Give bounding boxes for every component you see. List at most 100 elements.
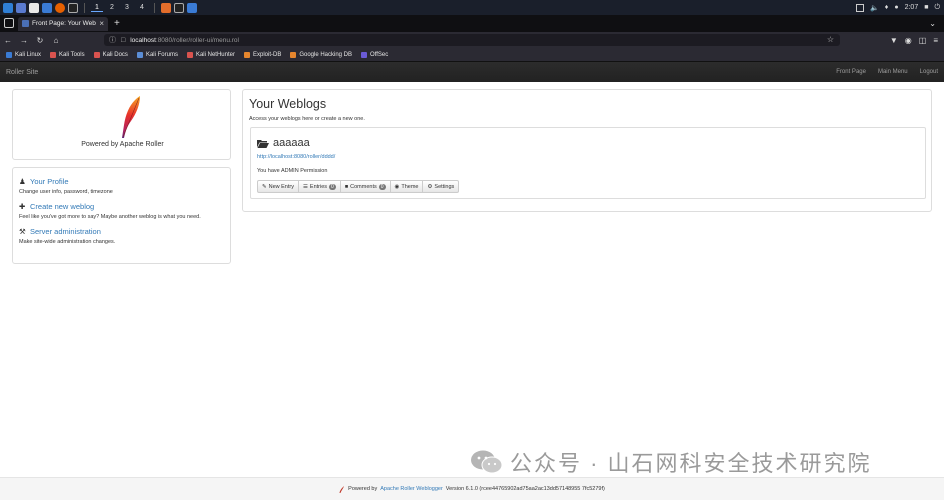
url-bar[interactable]: ⓘ □ localhost:8080/roller/roller-ui/menu…: [104, 34, 840, 46]
power-icon[interactable]: ⏻: [934, 4, 940, 12]
network-icon[interactable]: ●: [894, 4, 898, 11]
bookmark-exploit-db[interactable]: Exploit-DB: [243, 51, 282, 58]
plus-icon: ✚: [19, 202, 26, 211]
footer-version: Version 6.1.0 (rcee44765902ad75aa2ac13dd…: [445, 486, 605, 492]
footer-roller-link[interactable]: Apache Roller Weblogger: [380, 486, 443, 492]
kali-icon: [6, 51, 12, 58]
folder-window-icon[interactable]: [187, 2, 197, 13]
bookmark-kali-forums[interactable]: Kali Forums: [136, 51, 178, 58]
display-icon[interactable]: [856, 3, 865, 12]
burp-icon[interactable]: [161, 2, 171, 13]
bookmark-kali-tools[interactable]: Kali Tools: [50, 51, 85, 58]
bookmark-label: OffSec: [370, 51, 389, 58]
bookmark-label: Exploit-DB: [252, 51, 282, 58]
comment-icon: ■: [344, 183, 349, 190]
browser-tab-active[interactable]: Front Page: Your Weblogs ×: [18, 16, 108, 31]
bookmarks-toolbar: Kali Linux Kali Tools Kali Docs Kali For…: [0, 48, 944, 62]
new-tab-button[interactable]: +: [114, 18, 120, 29]
create-weblog-link[interactable]: Create new weblog: [30, 202, 94, 211]
kali-menu-icon[interactable]: [3, 2, 13, 13]
page-info-icon[interactable]: ⓘ: [109, 35, 116, 45]
offsec-icon: [361, 51, 368, 58]
url-host: localhost: [130, 36, 156, 44]
extensions-icon[interactable]: ◫: [919, 36, 927, 45]
comments-button[interactable]: ■ Comments 0: [339, 180, 391, 193]
notification-icon[interactable]: ♦: [885, 4, 889, 11]
wrench-icon: ⚒: [19, 227, 26, 236]
roller-navbar: Roller Site Front Page Main Menu Logout: [0, 62, 944, 82]
weblog-button-group: ✎ New Entry ☰ Entries 0 ■ Comments 0 ◉ Theme ⚙…: [257, 180, 919, 193]
wechat-watermark: 公众号 · 山石网科安全技术研究院: [470, 446, 872, 478]
page-footer: Powered by Apache Roller Weblogger Versi…: [0, 477, 944, 500]
workspace-2[interactable]: 2: [106, 4, 118, 11]
workspace-3[interactable]: 3: [121, 4, 133, 11]
bookmark-label: Google Hacking DB: [299, 51, 353, 58]
lock-icon[interactable]: ■: [924, 4, 928, 11]
apache-feather-icon: [122, 96, 140, 138]
entries-button[interactable]: ☰ Entries 0: [297, 180, 341, 193]
ghdb-icon: [290, 51, 297, 58]
create-weblog-action: ✚ Create new weblog: [19, 202, 224, 211]
home-icon[interactable]: ⌂: [52, 36, 60, 45]
weblogs-heading: Your Weblogs: [249, 97, 327, 111]
list-icon: ☰: [302, 183, 308, 190]
site-brand[interactable]: Roller Site: [6, 69, 38, 76]
tab-close-icon[interactable]: ×: [99, 19, 104, 28]
nav-main-menu[interactable]: Main Menu: [878, 69, 908, 75]
your-profile-link[interactable]: Your Profile: [30, 177, 69, 186]
bookmark-label: Kali Forums: [145, 51, 178, 58]
bookmark-google-hacking-db[interactable]: Google Hacking DB: [290, 51, 353, 58]
create-weblog-description: Feel like you've got more to say? Maybe …: [19, 214, 201, 220]
comments-label: Comments: [350, 183, 377, 190]
bookmark-kali-docs[interactable]: Kali Docs: [93, 51, 128, 58]
nav-logout[interactable]: Logout: [920, 69, 938, 75]
wechat-logo-icon: [471, 450, 503, 474]
bookmark-kali-linux[interactable]: Kali Linux: [6, 51, 42, 58]
account-icon[interactable]: ◉: [905, 36, 912, 45]
bookmark-star-icon[interactable]: ☆: [827, 34, 834, 46]
files-icon[interactable]: [29, 2, 39, 13]
weblog-url-link[interactable]: http://localhost:8080/roller/dddd/: [257, 154, 919, 160]
workspace-4[interactable]: 4: [136, 4, 148, 11]
forward-icon[interactable]: →: [20, 36, 28, 45]
user-icon: ♟: [19, 177, 26, 186]
url-text[interactable]: localhost:8080/roller/roller-ui/menu.rol: [130, 37, 239, 44]
comments-count-badge: 0: [378, 183, 386, 190]
sidebar-toggle-icon[interactable]: [4, 18, 14, 28]
app-menu-icon[interactable]: ≡: [933, 36, 938, 45]
new-entry-button[interactable]: ✎ New Entry: [257, 180, 299, 193]
exploit-db-icon: [243, 51, 250, 58]
list-all-tabs-icon[interactable]: ⌄: [929, 15, 936, 32]
profile-description: Change user info, password, timezone: [19, 189, 113, 195]
permissions-icon[interactable]: □: [121, 37, 125, 44]
pocket-icon[interactable]: ▼: [890, 36, 898, 45]
tab-title: Front Page: Your Weblogs: [32, 20, 96, 27]
terminal-window-icon[interactable]: [174, 2, 184, 13]
actions-panel: ♟ Your Profile Change user info, passwor…: [12, 167, 231, 264]
clock[interactable]: 2:07: [905, 4, 919, 11]
folder-icon[interactable]: [42, 2, 52, 13]
back-icon[interactable]: ←: [4, 36, 12, 45]
bookmark-offsec[interactable]: OffSec: [361, 51, 389, 58]
bookmark-kali-nethunter[interactable]: Kali NetHunter: [186, 51, 235, 58]
bookmark-label: Kali Docs: [102, 51, 128, 58]
powered-by-label: Powered by Apache Roller: [81, 141, 164, 148]
footer-prefix: Powered by: [348, 486, 378, 492]
server-admin-link[interactable]: Server administration: [30, 227, 101, 236]
taskbar-separator: [154, 2, 155, 13]
server-admin-action: ⚒ Server administration: [19, 227, 224, 236]
firefox-icon[interactable]: [55, 2, 65, 13]
terminal-icon[interactable]: [68, 2, 78, 13]
entries-count-badge: 0: [329, 183, 336, 190]
settings-button[interactable]: ⚙ Settings: [422, 180, 460, 193]
nethunter-icon: [186, 51, 193, 58]
taskbar-separator: [84, 2, 85, 13]
desktop-icon[interactable]: [16, 2, 26, 13]
watermark-text: 公众号 · 山石网科安全技术研究院: [510, 451, 872, 476]
nav-front-page[interactable]: Front Page: [836, 69, 866, 75]
volume-icon[interactable]: 🔈: [870, 4, 879, 12]
bookmark-label: Kali Linux: [15, 51, 42, 58]
reload-icon[interactable]: ↻: [36, 36, 44, 45]
theme-button[interactable]: ◉ Theme: [389, 180, 424, 193]
workspace-1[interactable]: 1: [91, 4, 103, 12]
